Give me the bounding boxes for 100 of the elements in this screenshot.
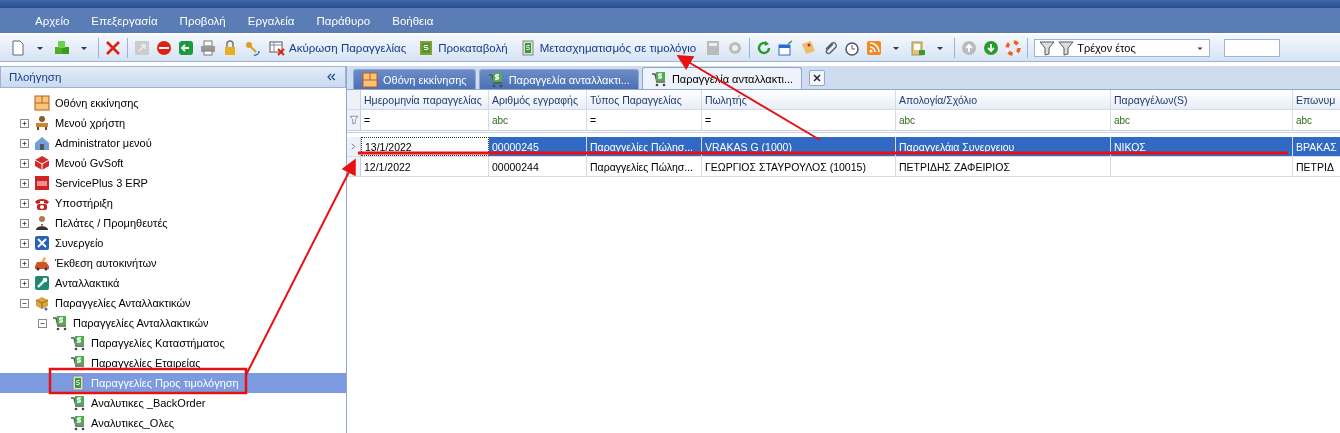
tab[interactable]: Παραγγελία ανταλλακτι...: [478, 69, 639, 89]
cart-dollar-icon: [70, 395, 86, 411]
tab[interactable]: Οθόνη εκκίνησης: [353, 69, 476, 89]
tree-item[interactable]: Παραγγελίες Εταιρείας: [0, 353, 346, 373]
banknote-icon: [70, 375, 86, 391]
filter-cell[interactable]: =: [587, 110, 702, 130]
column-header[interactable]: Αριθμός εγγραφής: [489, 90, 587, 109]
table-delete-icon: [269, 40, 285, 56]
tree-item[interactable]: Μενού χρήστη: [0, 113, 346, 133]
cube-icon: [34, 155, 50, 171]
column-header[interactable]: Παραγγέλων(S): [1111, 90, 1293, 109]
tree-item[interactable]: Οθόνη εκκίνησης: [0, 93, 346, 113]
menu-item[interactable]: Εργαλεία: [236, 11, 306, 30]
menu-item[interactable]: Προβολή: [168, 11, 237, 30]
lock-icon[interactable]: [222, 40, 238, 56]
expand-icon[interactable]: [20, 118, 29, 128]
key-refresh-icon[interactable]: [244, 40, 260, 56]
expand-icon[interactable]: [20, 218, 29, 228]
alarm-clock-icon[interactable]: [844, 40, 861, 56]
filter-icon: [1058, 40, 1075, 56]
car-icon: [34, 255, 50, 271]
cart-dollar-icon: [487, 71, 504, 88]
window-grid-icon: [34, 95, 50, 111]
column-header[interactable]: Επωνυμ: [1293, 90, 1340, 109]
erp-box-icon: [34, 175, 50, 191]
expand-icon[interactable]: [20, 178, 29, 188]
row-header[interactable]: [347, 137, 361, 156]
tree-item[interactable]: ServicePlus 3 ERP: [0, 173, 346, 193]
table-cell: ΠΕΤΡΙΔΗΣ ΖΑΦΕΙΡΙΟΣ: [896, 157, 1111, 176]
printer-icon[interactable]: [200, 40, 216, 56]
close-icon[interactable]: [809, 69, 826, 86]
search-field[interactable]: [1224, 39, 1281, 57]
filter-cell[interactable]: abc: [489, 110, 587, 130]
column-header[interactable]: Πωλητής: [702, 90, 896, 109]
tools-icon: [34, 235, 50, 251]
filter-icon: [348, 115, 359, 125]
tree-item[interactable]: Αναλυτικες_Ολες: [0, 413, 346, 433]
window-arrow-icon[interactable]: [778, 40, 795, 56]
filter-cell[interactable]: abc: [1111, 110, 1293, 130]
expand-icon[interactable]: [20, 258, 29, 268]
panel-title: Πλοήγηση: [9, 71, 62, 83]
cart-dollar-icon: [52, 315, 68, 331]
package-cart-icon: [34, 295, 50, 311]
collapse-panel-icon: [325, 71, 337, 83]
filter-cell[interactable]: abc: [1293, 110, 1340, 130]
new-document-icon[interactable]: [10, 40, 26, 56]
expand-icon[interactable]: [20, 158, 29, 168]
house-icon: [34, 135, 50, 151]
column-header[interactable]: Ημερομηνία παραγγελίας: [361, 90, 489, 109]
tree-item[interactable]: Administrator μενού: [0, 133, 346, 153]
expand-icon[interactable]: [20, 278, 29, 288]
table-cell: ΒΡΑΚΑΣ: [1293, 137, 1340, 156]
table-cell: ΝΙΚΟΣ: [1111, 137, 1293, 156]
cancel-order-button[interactable]: Ακύρωση Παραγγελίας: [266, 38, 410, 58]
delete-icon[interactable]: [105, 40, 121, 56]
tree-item[interactable]: Αναλυτικες _BackOrder: [0, 393, 346, 413]
tree-item[interactable]: Μενού GvSoft: [0, 153, 346, 173]
column-header[interactable]: Τύπος Παραγγελίας: [587, 90, 702, 109]
current-row-icon: [349, 142, 358, 151]
cubes-icon[interactable]: [54, 40, 70, 56]
table-cell: 00000244: [489, 157, 587, 176]
filter-cell[interactable]: =: [361, 110, 489, 130]
tree-item[interactable]: Έκθεση αυτοκινήτων: [0, 253, 346, 273]
person-icon: [34, 215, 50, 231]
collapse-icon[interactable]: [20, 298, 29, 308]
dollar-note-icon: [519, 40, 536, 56]
expand-icon[interactable]: [20, 238, 29, 248]
collapse-icon[interactable]: [38, 318, 47, 328]
tree-item[interactable]: Παραγγελίες Ανταλλακτικών: [0, 313, 346, 333]
column-header[interactable]: Απολογία/Σχόλιο: [896, 90, 1111, 109]
table-cell: ΠΕΤΡΙΔ: [1293, 157, 1340, 176]
wrench-icon: [34, 275, 50, 291]
menu-item[interactable]: Βοήθεια: [381, 11, 445, 30]
year-filter-dropdown[interactable]: Τρέχον έτος: [1034, 39, 1211, 57]
alert-icon[interactable]: [156, 40, 172, 56]
advance-payment-button[interactable]: Προκαταβολή: [415, 38, 511, 58]
tree-item[interactable]: Ανταλλακτικά: [0, 273, 346, 293]
person-desk-icon: [34, 115, 50, 131]
tree-item[interactable]: Πελάτες / Προμηθευτές: [0, 213, 346, 233]
refresh-icon[interactable]: [756, 40, 773, 56]
expand-icon[interactable]: [20, 198, 29, 208]
tree-item[interactable]: Συνεργείο: [0, 233, 346, 253]
tree-item[interactable]: Υποστήριξη: [0, 193, 346, 213]
menu-item[interactable]: Αρχείο: [24, 11, 81, 30]
tree-item[interactable]: Παραγγελίες Καταστήματος: [0, 333, 346, 353]
window-grid-icon: [362, 71, 378, 88]
clipboard-icon[interactable]: [910, 40, 927, 56]
filter-cell[interactable]: abc: [896, 110, 1111, 130]
lifebuoy-icon[interactable]: [1005, 40, 1022, 56]
menu-item[interactable]: Παράθυρο: [305, 11, 382, 30]
table-cell: Παραγγελίες Πώλησ...: [587, 157, 702, 176]
rss-icon[interactable]: [866, 40, 883, 56]
tree-item[interactable]: Παραγγελίες Ανταλλακτικών: [0, 293, 346, 313]
convert-to-invoice-button[interactable]: Μετασχηματισμός σε τιμολόγιο: [516, 38, 700, 58]
cart-dollar-icon: [650, 70, 667, 87]
table-cell: ΓΕΩΡΓΙΟΣ ΣΤΑΥΡΟΥΛΟΣ (10015): [702, 157, 896, 176]
filter-cell[interactable]: =: [702, 110, 896, 130]
expand-icon[interactable]: [20, 138, 29, 148]
dollar-note-icon: [418, 40, 435, 56]
menu-item[interactable]: Επεξεργασία: [80, 11, 169, 30]
